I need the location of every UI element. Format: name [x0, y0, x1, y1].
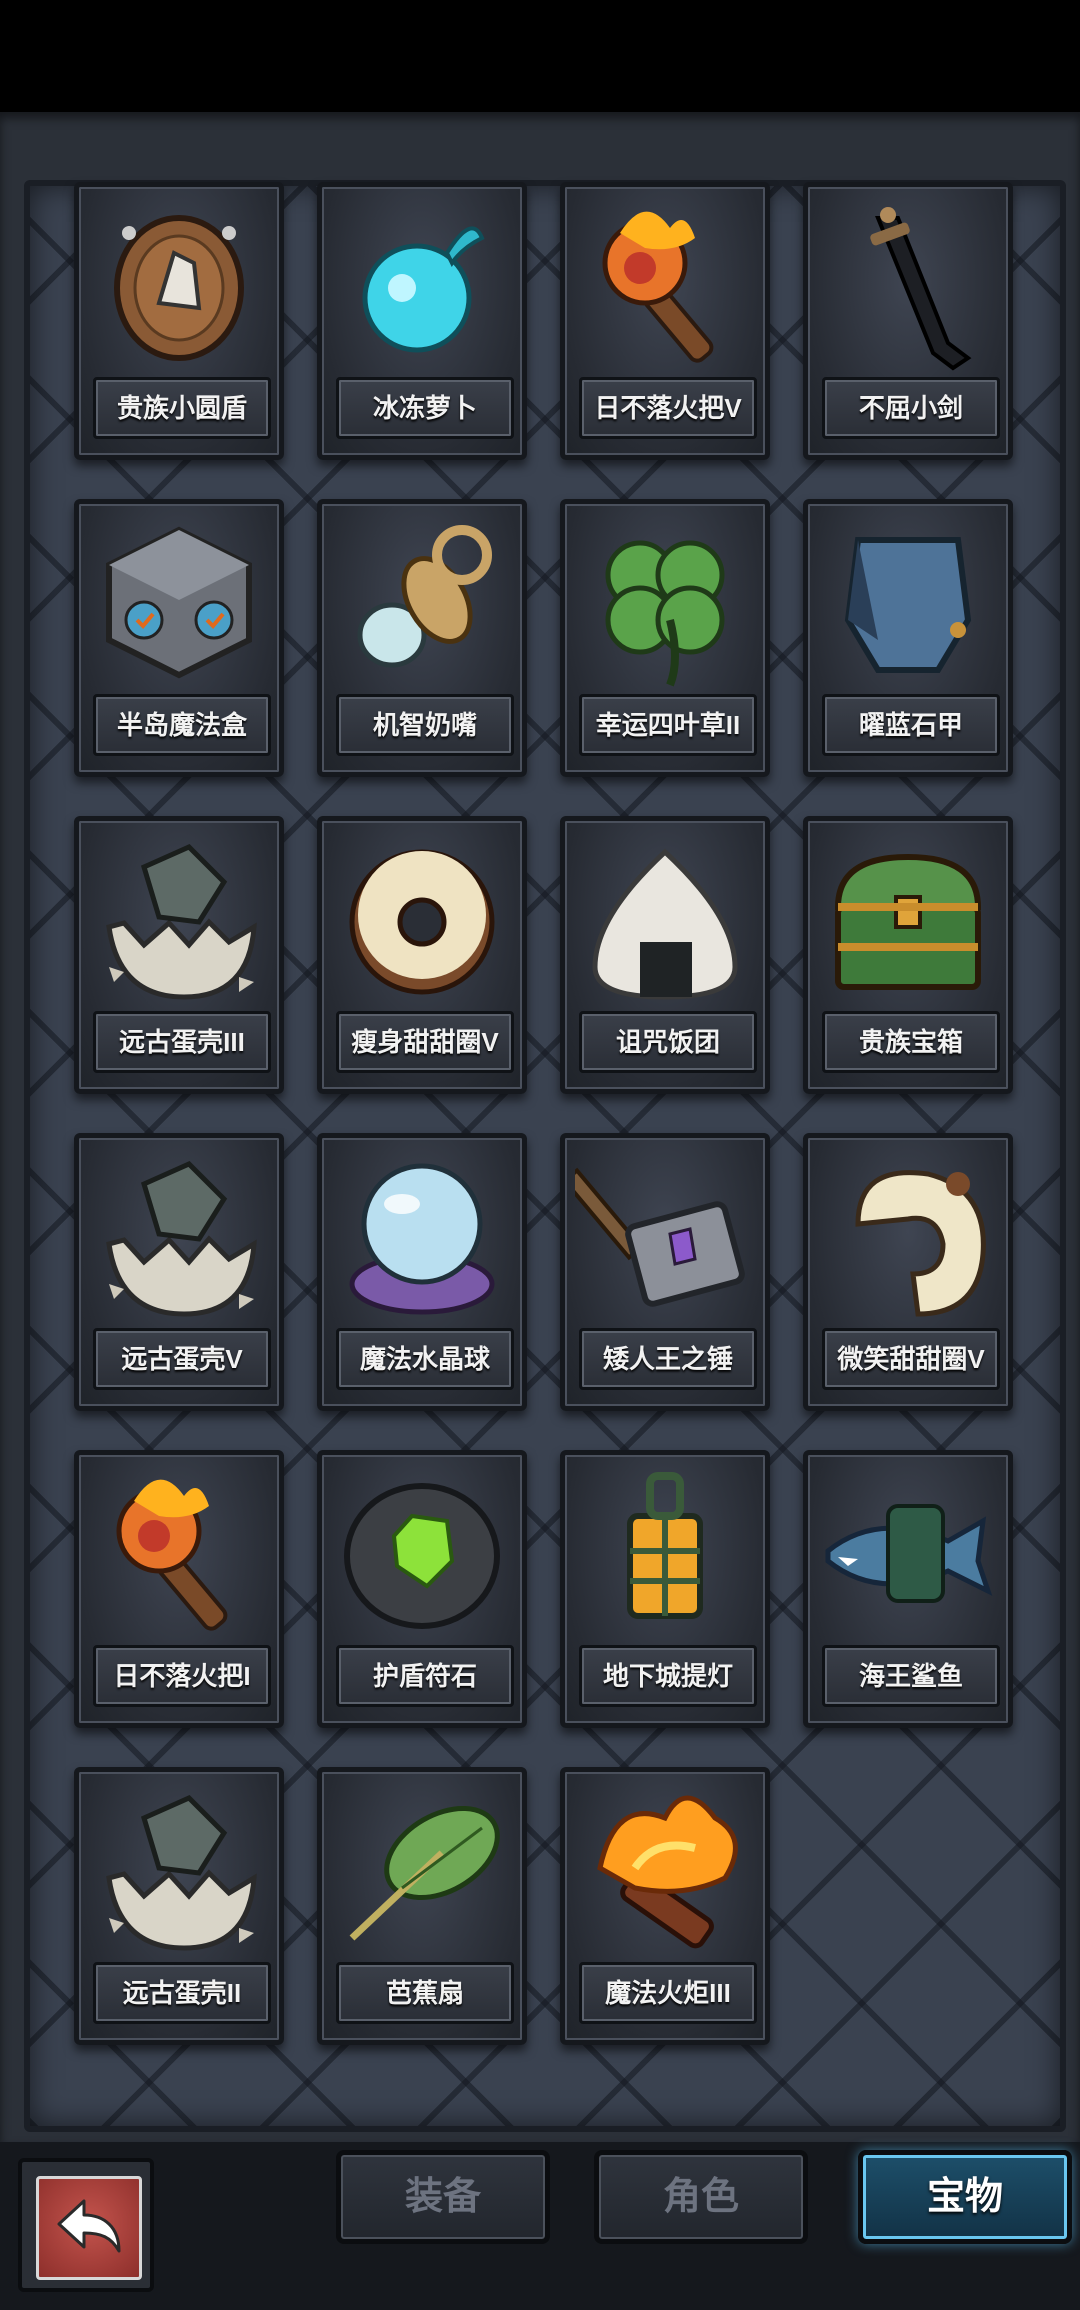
treasure-card[interactable]: 贵族小圆盾 [74, 182, 284, 460]
treasure-name: 曜蓝石甲 [822, 694, 1000, 756]
treasure-name: 日不落火把I [93, 1645, 271, 1707]
back-button-face [36, 2176, 142, 2280]
torch-icon [116, 1479, 228, 1631]
treasure-card[interactable]: 微笑甜甜圈V [803, 1133, 1013, 1411]
donut-icon [349, 849, 495, 995]
treasure-card[interactable]: 贵族宝箱 [803, 816, 1013, 1094]
treasure-name: 贵族宝箱 [822, 1011, 1000, 1073]
treasure-card[interactable]: 地下城提灯 [560, 1450, 770, 1728]
treasure-name: 远古蛋壳III [93, 1011, 271, 1073]
treasure-name: 护盾符石 [336, 1645, 514, 1707]
four-leaf-clover-icon [605, 540, 725, 687]
treasure-card[interactable]: 远古蛋壳III [74, 816, 284, 1094]
treasure-card[interactable]: 日不落火把I [74, 1450, 284, 1728]
back-arrow-icon [57, 2199, 121, 2253]
lantern-icon [627, 1472, 703, 1619]
treasure-name: 不屈小剑 [822, 377, 1000, 439]
bitten-donut-icon [855, 1170, 986, 1317]
torch-icon [602, 211, 714, 363]
treasure-card[interactable]: 曜蓝石甲 [803, 499, 1013, 777]
treasure-name: 微笑甜甜圈V [822, 1328, 1000, 1390]
treasure-name: 幸运四叶草II [579, 694, 757, 756]
back-button[interactable] [18, 2158, 154, 2292]
treasure-name: 贵族小圆盾 [93, 377, 271, 439]
treasure-card[interactable]: 海王鲨鱼 [803, 1450, 1013, 1728]
broken-eggshell-icon [106, 1795, 257, 1951]
pacifier-icon [357, 525, 492, 668]
treasure-card[interactable]: 远古蛋壳V [74, 1133, 284, 1411]
treasure-name: 地下城提灯 [579, 1645, 757, 1707]
magic-cube-icon [106, 526, 252, 679]
treasure-card[interactable]: 幸运四叶草II [560, 499, 770, 777]
leaf-fan-icon [349, 1805, 500, 1941]
treasure-name: 冰冻萝卜 [336, 377, 514, 439]
treasure-name: 矮人王之锤 [579, 1328, 757, 1390]
rice-ball-icon [592, 848, 738, 1000]
blue-armor-icon [844, 537, 972, 673]
treasure-card[interactable]: 魔法水晶球 [317, 1133, 527, 1411]
treasure-card[interactable]: 护盾符石 [317, 1450, 527, 1728]
status-bar [0, 0, 1080, 112]
tab-character[interactable]: 角色 [594, 2150, 808, 2244]
treasure-card[interactable]: 瘦身甜甜圈V [317, 816, 527, 1094]
treasure-card[interactable]: 冰冻萝卜 [317, 182, 527, 460]
treasure-name: 日不落火把V [579, 377, 757, 439]
frozen-radish-icon [362, 226, 485, 353]
treasure-grid: 贵族小圆盾 冰冻萝卜 日不落火把V 不屈小剑半岛魔法盒 机智奶嘴 幸运四叶草II 曜蓝石甲远… [74, 182, 1013, 2045]
treasure-name: 芭蕉扇 [336, 1962, 514, 2024]
treasure-card[interactable]: 远古蛋壳II [74, 1767, 284, 2045]
treasure-card[interactable]: 芭蕉扇 [317, 1767, 527, 2045]
treasure-card[interactable]: 机智奶嘴 [317, 499, 527, 777]
treasure-name: 海王鲨鱼 [822, 1645, 1000, 1707]
treasure-name: 远古蛋壳V [93, 1328, 271, 1390]
treasure-card[interactable]: 半岛魔法盒 [74, 499, 284, 777]
crystal-ball-icon [349, 1163, 495, 1315]
shark-icon [825, 1504, 993, 1603]
treasure-name: 魔法水晶球 [336, 1328, 514, 1390]
rune-stone-icon [344, 1483, 500, 1629]
tab-treasure[interactable]: 宝物 [858, 2150, 1072, 2244]
treasure-card[interactable]: 日不落火把V [560, 182, 770, 460]
broken-eggshell-icon [106, 844, 257, 1000]
treasure-name: 半岛魔法盒 [93, 694, 271, 756]
treasure-card[interactable]: 魔法火炬III [560, 1767, 770, 2045]
fire-torch-icon [597, 1795, 738, 1949]
treasure-name: 机智奶嘴 [336, 694, 514, 756]
treasure-card[interactable]: 不屈小剑 [803, 182, 1013, 460]
tab-equipment[interactable]: 装备 [336, 2150, 550, 2244]
treasure-card[interactable]: 诅咒饭团 [560, 816, 770, 1094]
treasure-card[interactable]: 矮人王之锤 [560, 1133, 770, 1411]
wooden-shield-icon [114, 215, 244, 361]
treasure-name: 瘦身甜甜圈V [336, 1011, 514, 1073]
treasure-chest-icon [834, 853, 982, 990]
short-sword-icon [870, 207, 972, 371]
treasure-name: 远古蛋壳II [93, 1962, 271, 2024]
broken-eggshell-icon [106, 1161, 257, 1317]
treasure-name: 诅咒饭团 [579, 1011, 757, 1073]
treasure-name: 魔法火炬III [579, 1962, 757, 2024]
war-hammer-icon [575, 1167, 745, 1307]
